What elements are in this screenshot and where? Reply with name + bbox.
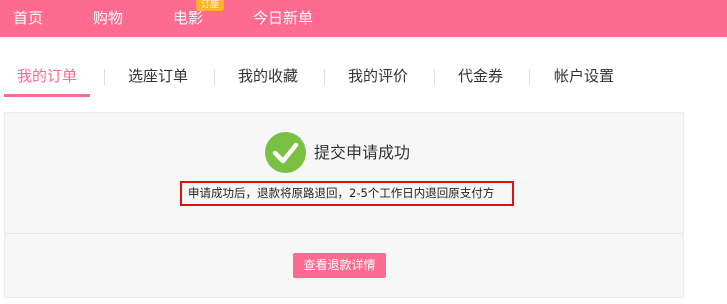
tab-my-orders[interactable]: 我的订单 [17,66,77,86]
nav-item-movies[interactable]: 电影 [173,9,203,27]
view-refund-details-button[interactable]: 查看退款详情 [293,253,386,278]
tab-seat-orders[interactable]: 选座订单 [128,66,188,86]
nav-badge-booking: 订座 [196,0,224,11]
tab-separator [214,69,215,85]
tab-my-favorites[interactable]: 我的收藏 [238,66,298,86]
refund-result-panel: 提交申请成功 申请成功后，退款将原路退回，2-5个工作日内退回原支付方 查看退款… [4,112,684,298]
success-title: 提交申请成功 [314,143,411,162]
active-tab-underline [4,94,90,97]
tab-separator [434,69,435,85]
tab-separator [324,69,325,85]
tab-my-reviews[interactable]: 我的评价 [348,66,408,86]
check-circle-icon [265,132,306,173]
refund-notice-text: 申请成功后，退款将原路退回，2-5个工作日内退回原支付方 [188,186,495,200]
top-navigation-bar: 首页 购物 电影 订座 今日新单 [0,0,727,37]
nav-item-home[interactable]: 首页 [13,9,43,27]
panel-divider [5,233,683,234]
tab-separator [104,69,105,85]
tab-account-settings[interactable]: 帐户设置 [554,66,614,86]
account-tabs: 我的订单 选座订单 我的收藏 我的评价 代金券 帐户设置 [0,56,727,102]
nav-item-today-deals[interactable]: 今日新单 [253,9,313,27]
nav-item-shopping[interactable]: 购物 [93,9,123,27]
tab-vouchers[interactable]: 代金券 [458,66,503,86]
refund-notice-box: 申请成功后，退款将原路退回，2-5个工作日内退回原支付方 [180,181,514,206]
tab-separator [529,69,530,85]
